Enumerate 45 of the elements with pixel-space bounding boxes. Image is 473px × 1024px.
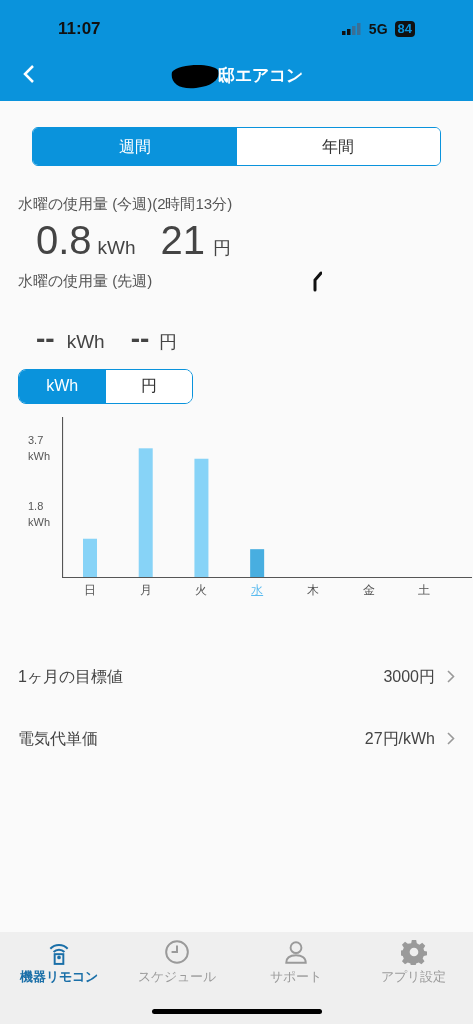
axis-tick-label: 3.7 kWh — [28, 432, 51, 464]
day-label: 水 — [250, 581, 265, 599]
day-label: 月 — [138, 581, 153, 599]
unit-label: kWh — [66, 329, 105, 354]
settings-row[interactable]: 電気代単価 27円/kWh — [0, 707, 473, 770]
day-label: 日 — [83, 581, 97, 599]
status-time: 11:07 — [58, 18, 101, 41]
chevron-right-icon — [447, 670, 455, 683]
axis-tick-label: 1.8 kWh — [28, 498, 51, 530]
redaction-mark — [170, 62, 220, 90]
pen-stroke-icon — [312, 269, 323, 294]
unit-label: 円 — [213, 236, 232, 260]
cost-value: 21 — [160, 216, 206, 264]
back-chevron-icon — [22, 64, 36, 84]
tab-bar-item[interactable]: サポート — [236, 939, 355, 987]
segment-tab[interactable]: 年間 — [236, 128, 440, 165]
signal-icon — [341, 23, 362, 35]
kwh-value: 0.8 — [36, 216, 92, 264]
battery-indicator: 84 — [394, 21, 415, 37]
day-label: 土 — [417, 581, 432, 599]
unit-label: 円 — [159, 330, 178, 354]
kwh-value: -- — [36, 321, 55, 356]
day-label: 木 — [305, 581, 320, 599]
day-label: 火 — [194, 581, 209, 599]
chevron-right-icon — [447, 732, 455, 745]
back-button[interactable] — [22, 64, 36, 84]
settings-row[interactable]: 1ヶ月の目標値 3000円 — [0, 645, 473, 708]
day-label: 金 — [361, 581, 376, 599]
settings-icon — [400, 939, 427, 965]
person-icon — [282, 939, 309, 965]
usage-label: 水曜の使用量 (先週) — [18, 271, 153, 292]
usage-label: 水曜の使用量 (今週)(2時間13分) — [18, 194, 234, 214]
clock-icon — [164, 939, 191, 965]
segment-tab[interactable]: 円 — [105, 369, 192, 403]
cost-value: -- — [130, 321, 150, 356]
unit-label: kWh — [97, 235, 136, 260]
tab-bar-item[interactable]: スケジュール — [118, 939, 237, 987]
tab-bar-item[interactable]: 機器リモコン — [0, 939, 119, 987]
segment-tab[interactable]: 週間 — [33, 128, 237, 165]
tab-bar-item[interactable]: アプリ設定 — [354, 939, 473, 987]
segment-tab[interactable]: kWh — [19, 369, 106, 403]
device-title: 邸エアコン — [218, 65, 303, 88]
bar — [250, 548, 265, 577]
bar — [83, 538, 97, 577]
network-label: 5G — [368, 19, 388, 39]
